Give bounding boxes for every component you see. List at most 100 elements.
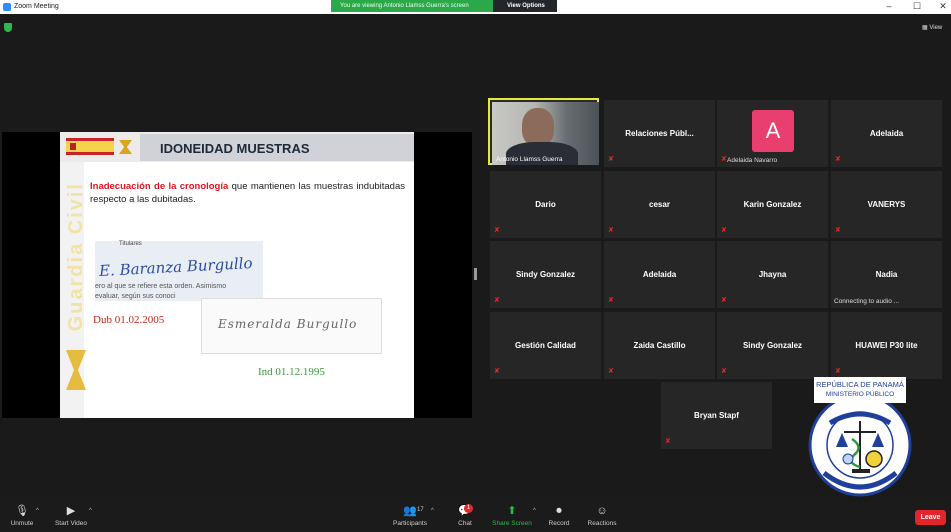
participant-tile[interactable]: Nadia Connecting to audio ... [831, 241, 942, 308]
reactions-button[interactable]: ☺ Reactions [586, 505, 618, 527]
minimize-icon[interactable]: – [882, 1, 896, 13]
spain-government-logo [66, 138, 114, 155]
participant-tile[interactable]: cesar ✘ [604, 171, 715, 238]
muted-mic-icon: ✘ [494, 297, 500, 304]
presentation-slide: IDONEIDAD MUESTRAS Guardia Civil Inadecu… [60, 132, 414, 418]
participant-name: Gestión Calidad [515, 341, 576, 350]
participant-tile[interactable]: Karin Gonzalez ✘ [717, 171, 828, 238]
muted-mic-icon: ✘ [494, 368, 500, 375]
participant-tile[interactable]: Gestión Calidad ✘ [490, 312, 601, 379]
participant-tile-active-speaker[interactable]: Antonio Llamss Guerra [488, 98, 599, 165]
muted-mic-icon: ✘ [608, 227, 614, 234]
dubitada-date: Dub 01.02.2005 [93, 314, 165, 326]
participants-button[interactable]: 👥 Participants [390, 505, 430, 527]
guardia-civil-vertical-text: Guardia Civil [65, 182, 87, 332]
participant-tile[interactable]: Jhayna ✘ [717, 241, 828, 308]
participant-name: Jhayna [758, 270, 787, 279]
participant-name: VANERYS [867, 200, 906, 209]
muted-mic-icon: 🎙 [15, 505, 29, 517]
participant-tile[interactable]: Sindy Gonzalez ✘ [490, 241, 601, 308]
connecting-status: Connecting to audio ... [834, 298, 900, 305]
svg-text:REPÚBLICA DE PANAMÁ: REPÚBLICA DE PANAMÁ [816, 380, 904, 389]
muted-mic-icon: ✘ [608, 368, 614, 375]
maximize-icon[interactable]: ☐ [910, 1, 924, 13]
share-screen-icon: ⬆ [507, 505, 517, 517]
participant-count: 17 [417, 507, 424, 513]
document-text-line: evaluar, según sus conoci [95, 293, 176, 300]
participant-name: Adelaida [869, 129, 904, 138]
view-label: View [929, 25, 943, 31]
participant-tile[interactable]: Adelaida ✘ [604, 241, 715, 308]
participant-tile[interactable]: Dario ✘ [490, 171, 601, 238]
split-view-handle[interactable] [474, 268, 477, 280]
participant-name: Relaciones Públ... [625, 129, 694, 138]
muted-mic-icon: ✘ [608, 156, 614, 163]
participant-name: Adelaida [642, 270, 677, 279]
muted-mic-icon: ✘ [835, 368, 841, 375]
meeting-toolbar: 🎙 Unmute ^ ▶ Start Video ^ 👥 Participants 1… [0, 502, 951, 532]
indubitada-date: Ind 01.12.1995 [258, 366, 325, 378]
participant-tile[interactable]: Bryan Stapf ✘ [661, 382, 772, 449]
record-icon: ⏺ [556, 505, 562, 517]
participant-tile[interactable]: Adelaida ✘ [831, 100, 942, 167]
participant-name: Sindy Gonzalez [742, 341, 803, 350]
reference-signature-image: Esmeralda Burgullo [201, 298, 382, 354]
participant-tile[interactable]: Sindy Gonzalez ✘ [717, 312, 828, 379]
questioned-signature-image: Titulares E. Baranza Burgullo ero al que… [95, 241, 263, 301]
viewing-banner: You are viewing Antonio Llamss Guerra's … [331, 0, 557, 12]
share-screen-button[interactable]: ⬆ Share Screen [492, 505, 532, 527]
muted-mic-icon: ✘ [721, 368, 727, 375]
muted-mic-icon: ✘ [494, 227, 500, 234]
muted-mic-icon: ✘ [665, 438, 671, 445]
participant-name: Sindy Gonzalez [515, 270, 576, 279]
chevron-up-icon[interactable]: ^ [431, 508, 434, 514]
muted-mic-icon: ✘ [721, 227, 727, 234]
muted-mic-icon: ✘ [835, 156, 841, 163]
unmute-button[interactable]: 🎙 Unmute [8, 505, 36, 527]
video-off-icon: ▶ [66, 505, 76, 517]
start-video-button[interactable]: ▶ Start Video [53, 505, 89, 527]
svg-text:MINISTERIO PÚBLICO: MINISTERIO PÚBLICO [826, 389, 894, 398]
participant-name: Adelaida Navarro [727, 157, 778, 164]
chevron-up-icon[interactable]: ^ [36, 508, 39, 514]
muted-mic-icon: ✘ [721, 297, 727, 304]
muted-mic-icon: ✘ [835, 227, 841, 234]
participant-name: Karin Gonzalez [743, 200, 802, 209]
encryption-shield-icon[interactable] [4, 23, 12, 32]
leave-button[interactable]: Leave [915, 510, 946, 525]
participant-video: Antonio Llamss Guerra [492, 102, 599, 165]
chat-button[interactable]: 💬1Chat [455, 504, 475, 527]
participant-name: HUAWEI P30 lite [855, 341, 918, 350]
close-icon[interactable]: ✕ [936, 1, 950, 13]
viewing-message: You are viewing Antonio Llamss Guerra's … [340, 3, 469, 9]
participant-tile[interactable]: Relaciones Públ... ✘ [604, 100, 715, 167]
muted-mic-icon: ✘ [608, 297, 614, 304]
view-options-button[interactable]: View Options [493, 0, 557, 12]
participant-name: Antonio Llamss Guerra [496, 156, 563, 163]
participant-name: Bryan Stapf [694, 411, 739, 420]
signature-handwriting: E. Baranza Burgullo [98, 253, 253, 281]
participant-tile[interactable]: HUAWEI P30 lite ✘ [831, 312, 942, 379]
chevron-up-icon[interactable]: ^ [89, 508, 92, 514]
chevron-up-icon[interactable]: ^ [533, 508, 536, 514]
participant-name: Zaida Castillo [633, 341, 686, 350]
slide-highlight: Inadecuación de la cronología [90, 181, 229, 192]
participant-tile[interactable]: A ✘ Adelaida Navarro [717, 100, 828, 167]
participant-name: Dario [535, 200, 556, 209]
signature-field-label: Titulares [119, 241, 142, 247]
record-button[interactable]: ⏺ Record [547, 505, 571, 527]
reactions-icon: ☺ [596, 505, 608, 517]
slide-title: IDONEIDAD MUESTRAS [160, 141, 310, 156]
signature-handwriting: Esmeralda Burgullo [218, 317, 358, 331]
zoom-logo-icon [3, 3, 11, 11]
participants-icon: 👥 [403, 505, 417, 517]
participant-name: Nadia [875, 270, 898, 279]
institute-seal-logo: REPÚBLICA DE PANAMÁ MINISTERIO PÚBLICO [808, 377, 912, 497]
participant-tile[interactable]: VANERYS ✘ [831, 171, 942, 238]
chat-badge: 1 [464, 504, 473, 513]
participant-name: cesar [649, 200, 670, 209]
document-text-line: ero al que se refiere esta orden. Asimis… [95, 283, 227, 290]
window-title: Zoom Meeting [14, 3, 59, 10]
view-toggle-button[interactable]: ▦ View [922, 24, 942, 31]
participant-tile[interactable]: Zaida Castillo ✘ [604, 312, 715, 379]
